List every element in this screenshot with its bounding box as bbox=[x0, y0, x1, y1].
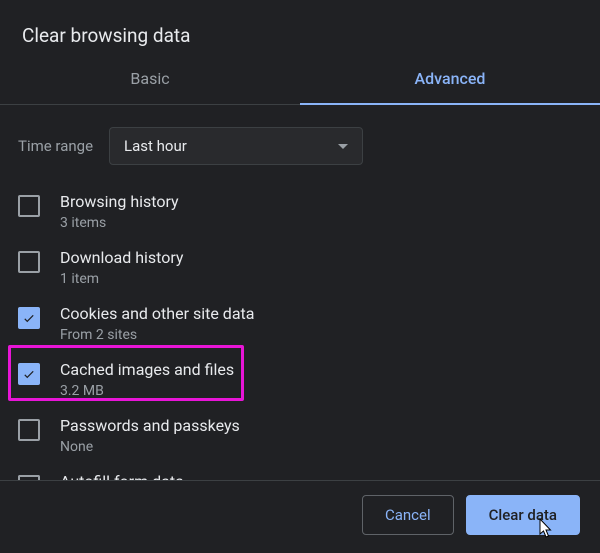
time-range-label: Time range bbox=[18, 137, 93, 155]
check-icon bbox=[22, 367, 36, 381]
checkbox[interactable] bbox=[18, 195, 40, 217]
option-cached-images: Cached images and files 3.2 MB bbox=[0, 351, 600, 407]
option-text: Download history 1 item bbox=[60, 247, 184, 287]
option-label: Cached images and files bbox=[60, 359, 234, 381]
checkbox[interactable] bbox=[18, 251, 40, 273]
tab-label: Advanced bbox=[415, 69, 486, 88]
option-text: Passwords and passkeys None bbox=[60, 415, 240, 455]
option-sub: 3 items bbox=[60, 215, 179, 231]
option-label: Passwords and passkeys bbox=[60, 415, 240, 437]
check-icon bbox=[22, 311, 36, 325]
option-label: Browsing history bbox=[60, 191, 179, 213]
cancel-button[interactable]: Cancel bbox=[362, 495, 454, 535]
option-text: Browsing history 3 items bbox=[60, 191, 179, 231]
option-text: Cookies and other site data From 2 sites bbox=[60, 303, 254, 343]
option-cookies: Cookies and other site data From 2 sites bbox=[0, 295, 600, 351]
option-label: Cookies and other site data bbox=[60, 303, 254, 325]
options-list: Browsing history 3 items Download histor… bbox=[0, 183, 600, 487]
caret-down-icon bbox=[338, 144, 348, 149]
option-sub: 1 item bbox=[60, 271, 184, 287]
tab-basic[interactable]: Basic bbox=[0, 55, 300, 104]
option-sub: 3.2 MB bbox=[60, 383, 234, 399]
option-download-history: Download history 1 item bbox=[0, 239, 600, 295]
dialog-footer: Cancel Clear data bbox=[0, 480, 600, 553]
dialog-title: Clear browsing data bbox=[0, 0, 600, 55]
time-range-row: Time range Last hour bbox=[0, 105, 600, 183]
time-range-value: Last hour bbox=[124, 137, 187, 155]
option-sub: From 2 sites bbox=[60, 327, 254, 343]
option-label: Download history bbox=[60, 247, 184, 269]
tab-label: Basic bbox=[130, 69, 169, 88]
checkbox[interactable] bbox=[18, 419, 40, 441]
tabs: Basic Advanced bbox=[0, 55, 600, 105]
option-passwords: Passwords and passkeys None bbox=[0, 407, 600, 463]
clear-browsing-data-dialog: Clear browsing data Basic Advanced Time … bbox=[0, 0, 600, 553]
option-sub: None bbox=[60, 439, 240, 455]
time-range-select[interactable]: Last hour bbox=[109, 127, 363, 165]
option-browsing-history: Browsing history 3 items bbox=[0, 183, 600, 239]
checkbox[interactable] bbox=[18, 363, 40, 385]
clear-data-button[interactable]: Clear data bbox=[466, 495, 580, 535]
option-text: Cached images and files 3.2 MB bbox=[60, 359, 234, 399]
checkbox[interactable] bbox=[18, 307, 40, 329]
tab-advanced[interactable]: Advanced bbox=[300, 55, 600, 104]
